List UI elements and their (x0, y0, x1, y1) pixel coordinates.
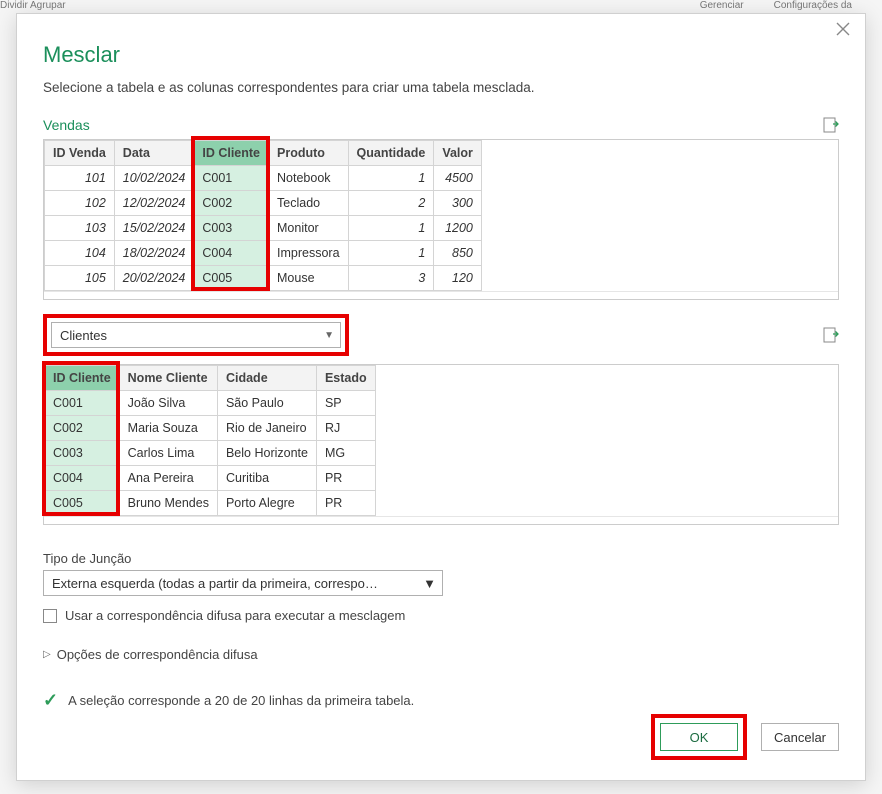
join-type-value: Externa esquerda (todas a partir da prim… (52, 576, 378, 591)
table1-preview[interactable]: ID VendaDataID ClienteProdutoQuantidadeV… (43, 139, 839, 300)
table-row[interactable]: 10212/02/2024C002Teclado2300 (45, 191, 482, 216)
fuzzy-checkbox[interactable] (43, 609, 57, 623)
table-row[interactable]: C005Bruno MendesPorto AlegrePR (45, 491, 376, 516)
column-header[interactable]: Nome Cliente (119, 366, 217, 391)
table-row[interactable]: C001João SilvaSão PauloSP (45, 391, 376, 416)
join-type-dropdown[interactable]: Externa esquerda (todas a partir da prim… (43, 570, 443, 596)
table2-preview[interactable]: ID ClienteNome ClienteCidadeEstadoC001Jo… (43, 364, 839, 525)
column-header[interactable]: Produto (269, 141, 349, 166)
column-header[interactable]: ID Cliente (45, 366, 120, 391)
column-header[interactable]: Estado (316, 366, 375, 391)
second-table-highlight: Clientes ▼ (43, 314, 349, 356)
status-text: A seleção corresponde a 20 de 20 linhas … (68, 693, 414, 708)
column-header[interactable]: Quantidade (348, 141, 434, 166)
chevron-down-icon: ▼ (423, 576, 436, 591)
second-table-value: Clientes (60, 328, 107, 343)
ok-button[interactable]: OK (660, 723, 738, 751)
table-row[interactable]: 10520/02/2024C005Mouse3120 (45, 266, 482, 291)
merge-dialog: Mesclar Selecione a tabela e as colunas … (16, 13, 866, 781)
dialog-subtitle: Selecione a tabela e as colunas correspo… (43, 80, 839, 95)
table-row[interactable]: C002Maria SouzaRio de JaneiroRJ (45, 416, 376, 441)
table-row[interactable]: 10110/02/2024C001Notebook14500 (45, 166, 482, 191)
column-header[interactable]: Cidade (217, 366, 316, 391)
table1-label: Vendas (43, 117, 90, 133)
column-header[interactable]: ID Venda (45, 141, 115, 166)
fuzzy-options-expander[interactable]: ▷ Opções de correspondência difusa (43, 647, 839, 662)
second-table-dropdown[interactable]: Clientes ▼ (51, 322, 341, 348)
background-ribbon: Dividir Agrupar Gerenciar Configurações … (0, 0, 882, 14)
chevron-down-icon: ▼ (324, 330, 334, 341)
check-icon: ✓ (43, 690, 58, 711)
table-row[interactable]: C003Carlos LimaBelo HorizonteMG (45, 441, 376, 466)
preview-expand-icon-2[interactable] (823, 327, 839, 343)
fuzzy-options-label: Opções de correspondência difusa (57, 647, 258, 662)
fuzzy-checkbox-label: Usar a correspondência difusa para execu… (65, 608, 405, 623)
cancel-button[interactable]: Cancelar (761, 723, 839, 751)
join-type-label: Tipo de Junção (43, 551, 839, 566)
close-button[interactable] (833, 22, 853, 42)
preview-expand-icon[interactable] (823, 117, 839, 133)
column-header[interactable]: ID Cliente (194, 141, 269, 166)
column-header[interactable]: Data (114, 141, 194, 166)
table-row[interactable]: 10418/02/2024C004Impressora1850 (45, 241, 482, 266)
triangle-right-icon: ▷ (43, 649, 51, 660)
table-row[interactable]: 10315/02/2024C003Monitor11200 (45, 216, 482, 241)
table-row[interactable]: C004Ana PereiraCuritibaPR (45, 466, 376, 491)
ok-highlight: OK (651, 714, 747, 760)
column-header[interactable]: Valor (434, 141, 482, 166)
dialog-title: Mesclar (43, 42, 839, 68)
